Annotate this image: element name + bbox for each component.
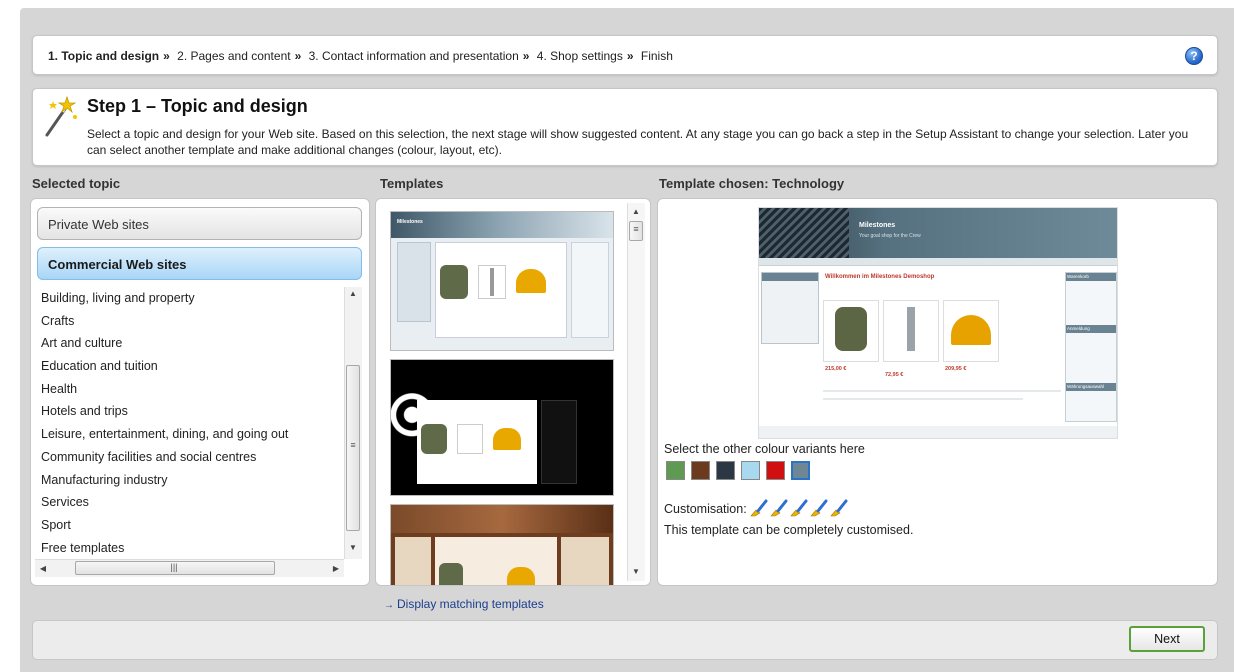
- template-thumbnail-technology[interactable]: Milestones: [390, 211, 614, 351]
- template-thumbnail-dark[interactable]: [390, 359, 614, 496]
- preview-site-title: Milestones: [859, 222, 896, 229]
- preview-sidebar-label: Währungsauswahl: [1066, 383, 1116, 391]
- preview-site-subtitle: Your goal shop for the Crew: [859, 233, 921, 239]
- template-preview: Milestones Your goal shop for the Crew W…: [758, 207, 1118, 439]
- breadcrumb-step-finish: Finish: [640, 49, 673, 63]
- template-chosen-panel: Milestones Your goal shop for the Crew W…: [657, 198, 1218, 586]
- colour-variants-label: Select the other colour variants here: [664, 442, 865, 456]
- topic-item[interactable]: Services: [41, 495, 341, 518]
- next-button[interactable]: Next: [1129, 626, 1205, 652]
- preview-price-1: 215,00 €: [825, 366, 847, 372]
- paint-brush-icon: [830, 499, 848, 517]
- arrow-right-icon: →: [384, 600, 394, 611]
- selected-topic-heading: Selected topic: [32, 176, 121, 191]
- scroll-down-arrow-icon[interactable]: ▼: [345, 543, 361, 552]
- templates-vertical-scrollbar[interactable]: ▲ ≡ ▼: [627, 203, 645, 581]
- breadcrumb-step-1: 1. Topic and design: [48, 49, 160, 63]
- topic-item[interactable]: Education and tuition: [41, 359, 341, 382]
- grip-icon: ≡: [633, 224, 639, 234]
- scroll-thumb[interactable]: ≡: [629, 221, 643, 241]
- scroll-thumb[interactable]: ≡: [346, 365, 360, 531]
- topic-item[interactable]: Sport: [41, 518, 341, 541]
- topic-item[interactable]: Community facilities and social centres: [41, 450, 341, 473]
- topic-item[interactable]: Manufacturing industry: [41, 473, 341, 496]
- topic-list-horizontal-scrollbar[interactable]: ◀ ||| ▶: [35, 559, 344, 577]
- preview-sidebar-label: Warenkorb: [1066, 273, 1116, 281]
- scroll-right-arrow-icon[interactable]: ▶: [328, 564, 344, 573]
- step-header: Step 1 – Topic and design Select a topic…: [32, 88, 1218, 166]
- preview-price-2: 72,95 €: [885, 372, 904, 378]
- templates-panel: Milestones ▲ ≡ ▼: [375, 198, 651, 586]
- magic-wand-icon: [45, 95, 77, 137]
- paint-brush-icon: [750, 499, 768, 517]
- template-thumbnail-brown[interactable]: [390, 504, 614, 585]
- topic-item[interactable]: Art and culture: [41, 336, 341, 359]
- colour-swatch-red[interactable]: [766, 461, 785, 480]
- scroll-thumb[interactable]: |||: [75, 561, 275, 575]
- preview-price-3: 209,95 €: [945, 366, 967, 372]
- colour-swatch-brown[interactable]: [691, 461, 710, 480]
- breadcrumb-step-4: 4. Shop settings: [536, 49, 623, 63]
- colour-swatch-light-blue[interactable]: [741, 461, 760, 480]
- paint-brush-icon: [810, 499, 828, 517]
- preview-shop-heading: Willkommen im Milestones Demoshop: [825, 274, 935, 280]
- tab-commercial-web-sites[interactable]: Commercial Web sites: [37, 247, 362, 280]
- topic-item[interactable]: Building, living and property: [41, 291, 341, 314]
- colour-swatch-green[interactable]: [666, 461, 685, 480]
- paint-brush-icon: [790, 499, 808, 517]
- grip-icon: |||: [170, 562, 178, 572]
- colour-swatch-dark-slate[interactable]: [716, 461, 735, 480]
- tab-private-web-sites[interactable]: Private Web sites: [37, 207, 362, 240]
- customisation-description: This template can be completely customis…: [664, 523, 914, 537]
- template-chosen-heading: Template chosen: Technology: [659, 176, 845, 191]
- paint-brush-icon: [770, 499, 788, 517]
- step-description: Select a topic and design for your Web s…: [87, 127, 1189, 157]
- breadcrumb-step-2: 2. Pages and content: [177, 49, 291, 63]
- step-title: Step 1 – Topic and design: [87, 96, 308, 116]
- topic-item[interactable]: Leisure, entertainment, dining, and goin…: [41, 427, 341, 450]
- customisation-label: Customisation:: [664, 502, 747, 516]
- scroll-up-arrow-icon[interactable]: ▲: [345, 289, 361, 298]
- footer-bar: Next: [32, 620, 1218, 660]
- topic-item[interactable]: Hotels and trips: [41, 404, 341, 427]
- topic-item[interactable]: Crafts: [41, 314, 341, 337]
- scroll-down-arrow-icon[interactable]: ▼: [628, 567, 644, 576]
- breadcrumb: 1. Topic and design» 2. Pages and conten…: [32, 35, 1218, 75]
- topic-list-vertical-scrollbar[interactable]: ▲ ≡ ▼: [344, 287, 362, 559]
- scroll-left-arrow-icon[interactable]: ◀: [35, 564, 51, 573]
- display-matching-templates-link[interactable]: → Display matching templates: [384, 597, 544, 611]
- topic-list: Building, living and property Crafts Art…: [41, 291, 341, 563]
- topic-panel: Private Web sites Commercial Web sites B…: [30, 198, 370, 586]
- colour-swatch-steel-grey[interactable]: [791, 461, 810, 480]
- preview-sidebar-label: Anmeldung: [1066, 325, 1116, 333]
- breadcrumb-step-3: 3. Contact information and presentation: [308, 49, 519, 63]
- templates-heading: Templates: [380, 176, 444, 191]
- scroll-up-arrow-icon[interactable]: ▲: [628, 207, 644, 216]
- help-icon[interactable]: ?: [1185, 47, 1203, 65]
- grip-icon: ≡: [350, 440, 356, 450]
- topic-item[interactable]: Health: [41, 382, 341, 405]
